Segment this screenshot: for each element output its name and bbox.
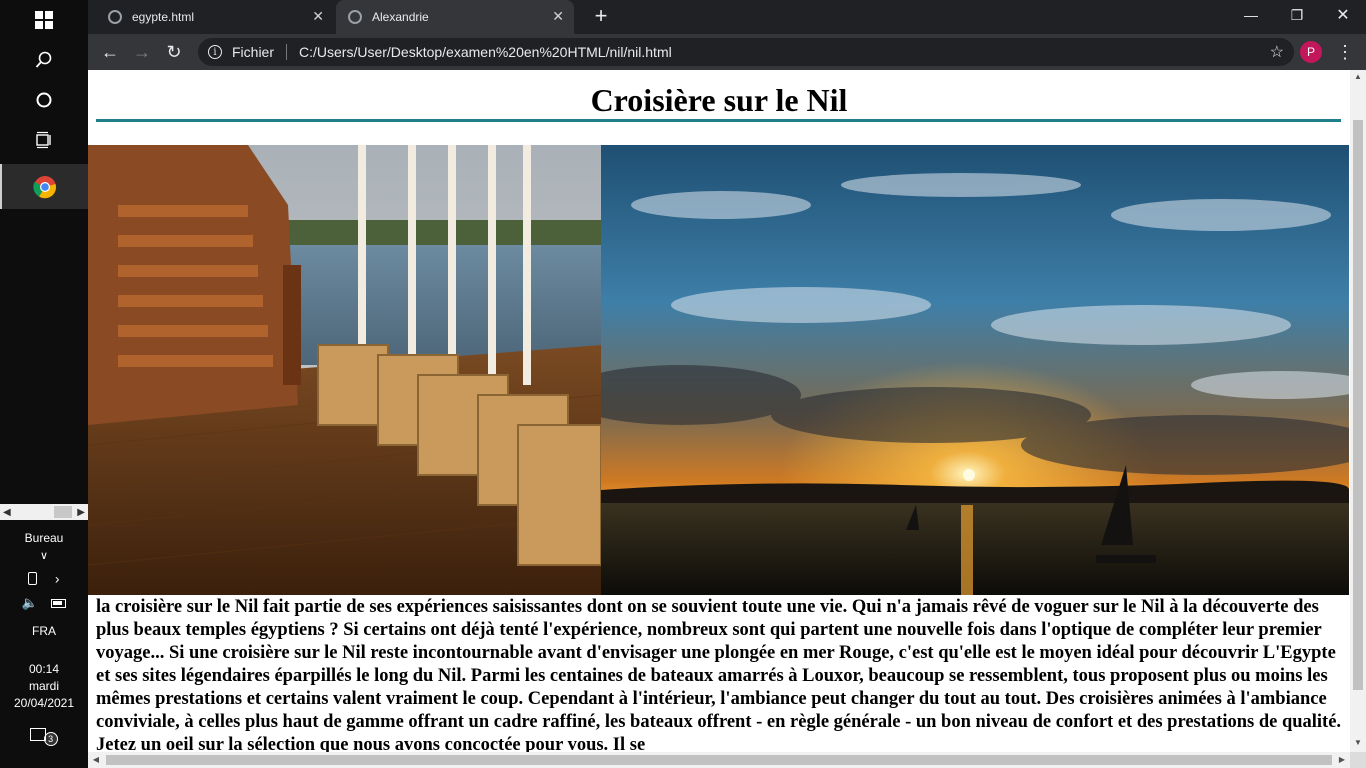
forward-button[interactable]: → — [128, 38, 156, 66]
scroll-up-icon[interactable]: ▲ — [1350, 70, 1366, 84]
reload-button[interactable]: ↻ — [160, 38, 188, 66]
back-button[interactable]: ← — [96, 38, 124, 66]
divider — [286, 44, 288, 60]
tab-alexandrie[interactable]: Alexandrie ✕ — [336, 0, 574, 34]
title-underline — [96, 119, 1341, 122]
chrome-icon — [33, 175, 57, 198]
page-title: Croisière sur le Nil — [590, 82, 848, 118]
scroll-down-icon[interactable]: ▼ — [1350, 736, 1366, 750]
task-view-button[interactable] — [0, 120, 88, 160]
windows-logo-icon — [35, 11, 53, 29]
clock-date[interactable]: 20/04/2021 — [0, 695, 88, 712]
info-icon[interactable]: i — [208, 45, 222, 59]
start-button[interactable] — [0, 0, 88, 40]
horizontal-scrollbar[interactable]: ◀ ▶ — [88, 752, 1350, 768]
windows-taskbar: ◀ ▶ Bureau ∨ › 🔈 FRA 00:14 mardi 20/04/2… — [0, 0, 88, 768]
page-viewport: Croisière sur le Nil la croisière sur le… — [88, 70, 1350, 752]
cortana-circle-icon — [36, 92, 52, 108]
cortana-button[interactable] — [0, 80, 88, 120]
close-tab-icon[interactable]: ✕ — [312, 8, 324, 25]
restore-button[interactable]: ❐ — [1274, 0, 1320, 30]
volume-icon[interactable]: 🔈 — [22, 595, 38, 610]
horizontal-scroll-thumb[interactable] — [106, 755, 1332, 765]
taskbar-scrollbar[interactable]: ◀ ▶ — [0, 504, 88, 520]
scrollbar-corner — [1350, 752, 1366, 768]
nile-sunset-image — [601, 145, 1349, 595]
clock-day[interactable]: mardi — [0, 678, 88, 695]
tray-row-2: 🔈 — [0, 594, 88, 612]
input-language-indicator[interactable]: FRA — [0, 623, 88, 640]
bookmark-star-icon[interactable]: ☆ — [1270, 42, 1284, 62]
double-chevron-down-icon[interactable]: ∨ — [0, 548, 88, 565]
vertical-scrollbar[interactable]: ▲ ▼ — [1350, 70, 1366, 752]
address-url[interactable]: C:/Users/User/Desktop/examen%20en%20HTML… — [299, 44, 672, 60]
scroll-right-icon[interactable]: ▶ — [1334, 752, 1350, 768]
browser-toolbar: ← → ↻ i Fichier C:/Users/User/Desktop/ex… — [88, 34, 1366, 70]
chevron-right-icon[interactable]: ▶ — [77, 507, 85, 518]
taskbar-chrome-app[interactable] — [0, 164, 88, 209]
tray-row-1: › — [0, 570, 88, 587]
action-center-button[interactable]: 3 — [0, 728, 88, 746]
vertical-scroll-thumb[interactable] — [1353, 120, 1363, 690]
notification-icon — [30, 728, 47, 741]
search-button[interactable] — [0, 40, 88, 80]
browser-window: egypte.html ✕ Alexandrie ✕ + — ❐ ✕ ← → ↻… — [88, 0, 1366, 768]
globe-icon — [108, 10, 122, 24]
desktop-toolbar-label[interactable]: Bureau — [0, 530, 88, 547]
tab-title: egypte.html — [132, 10, 195, 24]
globe-icon — [348, 10, 362, 24]
battery-icon[interactable] — [51, 599, 67, 609]
address-bar[interactable]: i Fichier C:/Users/User/Desktop/examen%2… — [198, 38, 1294, 66]
menu-kebab-icon[interactable]: ⋮ — [1334, 38, 1356, 66]
task-view-icon — [36, 131, 51, 149]
new-tab-button[interactable]: + — [588, 4, 614, 30]
article-paragraph: la croisière sur le Nil fait partie de s… — [96, 597, 1342, 752]
cruise-deck-image — [88, 145, 601, 595]
clock-time[interactable]: 00:14 — [0, 661, 88, 678]
file-scheme-label[interactable]: Fichier — [232, 44, 274, 60]
scroll-thumb[interactable] — [54, 506, 72, 518]
chevron-right-icon[interactable]: › — [55, 570, 60, 586]
chevron-left-icon[interactable]: ◀ — [3, 507, 11, 518]
usb-drive-icon[interactable] — [28, 572, 38, 586]
profile-avatar[interactable]: P — [1300, 41, 1322, 63]
tab-egypte[interactable]: egypte.html ✕ — [96, 0, 334, 34]
close-tab-icon[interactable]: ✕ — [552, 8, 564, 25]
close-window-button[interactable]: ✕ — [1320, 0, 1366, 30]
search-icon — [35, 51, 52, 68]
scroll-left-icon[interactable]: ◀ — [88, 752, 104, 768]
minimize-button[interactable]: — — [1228, 0, 1274, 30]
tab-title: Alexandrie — [372, 10, 429, 24]
tab-strip: egypte.html ✕ Alexandrie ✕ + — ❐ ✕ — [88, 0, 1366, 34]
